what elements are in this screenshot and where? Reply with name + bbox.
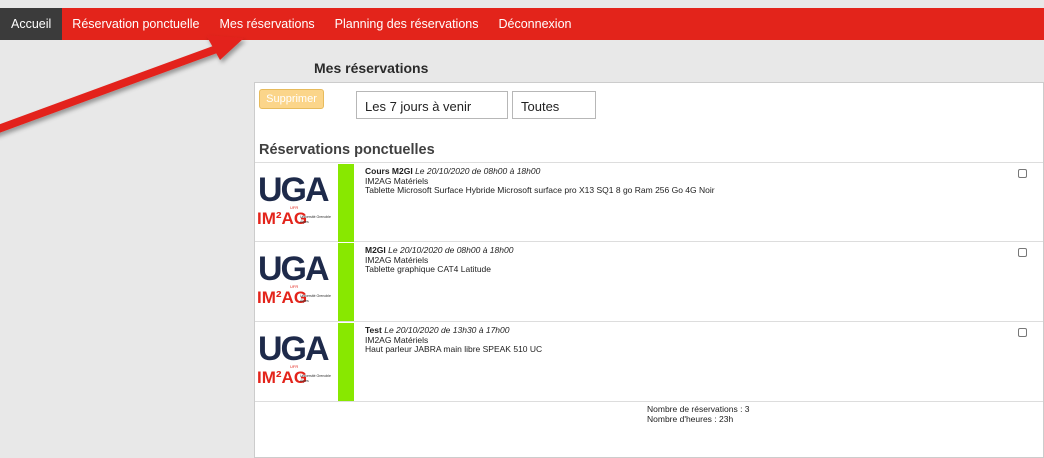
reservation-checkbox[interactable] xyxy=(1018,169,1027,178)
top-nav-bar: Accueil Réservation ponctuelle Mes réser… xyxy=(0,8,1044,40)
logo-univ-text: Université Grenoble Alpes xyxy=(300,294,331,303)
reservation-info[interactable]: Test Le 20/10/2020 de 13h30 à 17h00 IM2A… xyxy=(365,325,543,355)
reservation-item: Tablette Microsoft Surface Hybride Micro… xyxy=(365,185,715,196)
reservation-checkbox[interactable] xyxy=(1018,248,1027,257)
reservation-date: Le 20/10/2020 de 08h00 à 18h00 xyxy=(415,166,541,176)
reservation-list: UGA UFR IM²AG Université Grenoble Alpes … xyxy=(255,162,1043,402)
nav-item-reservation-ponctuelle[interactable]: Réservation ponctuelle xyxy=(62,8,209,40)
reservation-row: UGA UFR IM²AG Université Grenoble Alpes … xyxy=(255,242,1043,322)
type-select[interactable]: Toutes xyxy=(512,91,596,119)
logo-univ-text: Université Grenoble Alpes xyxy=(300,374,331,383)
period-select[interactable]: Les 7 jours à venir xyxy=(356,91,508,119)
nav-item-planning[interactable]: Planning des réservations xyxy=(325,8,489,40)
reservation-checkbox[interactable] xyxy=(1018,328,1027,337)
delete-button[interactable]: Supprimer xyxy=(259,89,324,109)
page-title: Mes réservations xyxy=(314,60,429,76)
reservations-hours: Nombre d'heures : 23h xyxy=(647,413,734,424)
logo-univ-text: Université Grenoble Alpes xyxy=(300,215,331,224)
reservation-item: Haut parleur JABRA main libre SPEAK 510 … xyxy=(365,344,543,355)
reservation-date: Le 20/10/2020 de 08h00 à 18h00 xyxy=(388,245,514,255)
reservation-row: UGA UFR IM²AG Université Grenoble Alpes … xyxy=(255,162,1043,242)
nav-item-accueil[interactable]: Accueil xyxy=(0,8,63,40)
section-title-ponctuelles: Réservations ponctuelles xyxy=(259,142,435,158)
uga-im2ag-logo: UGA UFR IM²AG Université Grenoble Alpes xyxy=(257,171,337,237)
reservation-info[interactable]: M2GI Le 20/10/2020 de 08h00 à 18h00 IM2A… xyxy=(365,245,514,275)
reservation-date: Le 20/10/2020 de 13h30 à 17h00 xyxy=(384,325,510,335)
reservations-summary: Nombre de réservations : 3 Nombre d'heur… xyxy=(647,404,750,424)
uga-im2ag-logo: UGA UFR IM²AG Université Grenoble Alpes xyxy=(257,250,337,316)
reservation-name: M2GI xyxy=(365,245,386,255)
reservations-panel: Supprimer Les 7 jours à venir Toutes Rés… xyxy=(254,82,1044,458)
reservation-name: Test xyxy=(365,325,382,335)
reservation-info[interactable]: Cours M2GI Le 20/10/2020 de 08h00 à 18h0… xyxy=(365,166,715,196)
reservation-name: Cours M2GI xyxy=(365,166,413,176)
reservation-row: UGA UFR IM²AG Université Grenoble Alpes … xyxy=(255,322,1043,402)
uga-im2ag-logo: UGA UFR IM²AG Université Grenoble Alpes xyxy=(257,330,337,396)
nav-item-mes-reservations[interactable]: Mes réservations xyxy=(209,8,324,40)
status-color-bar xyxy=(338,323,354,401)
nav-item-deconnexion[interactable]: Déconnexion xyxy=(489,8,582,40)
status-color-bar xyxy=(338,164,354,242)
reservation-item: Tablette graphique CAT4 Latitude xyxy=(365,264,492,275)
status-color-bar xyxy=(338,243,354,321)
